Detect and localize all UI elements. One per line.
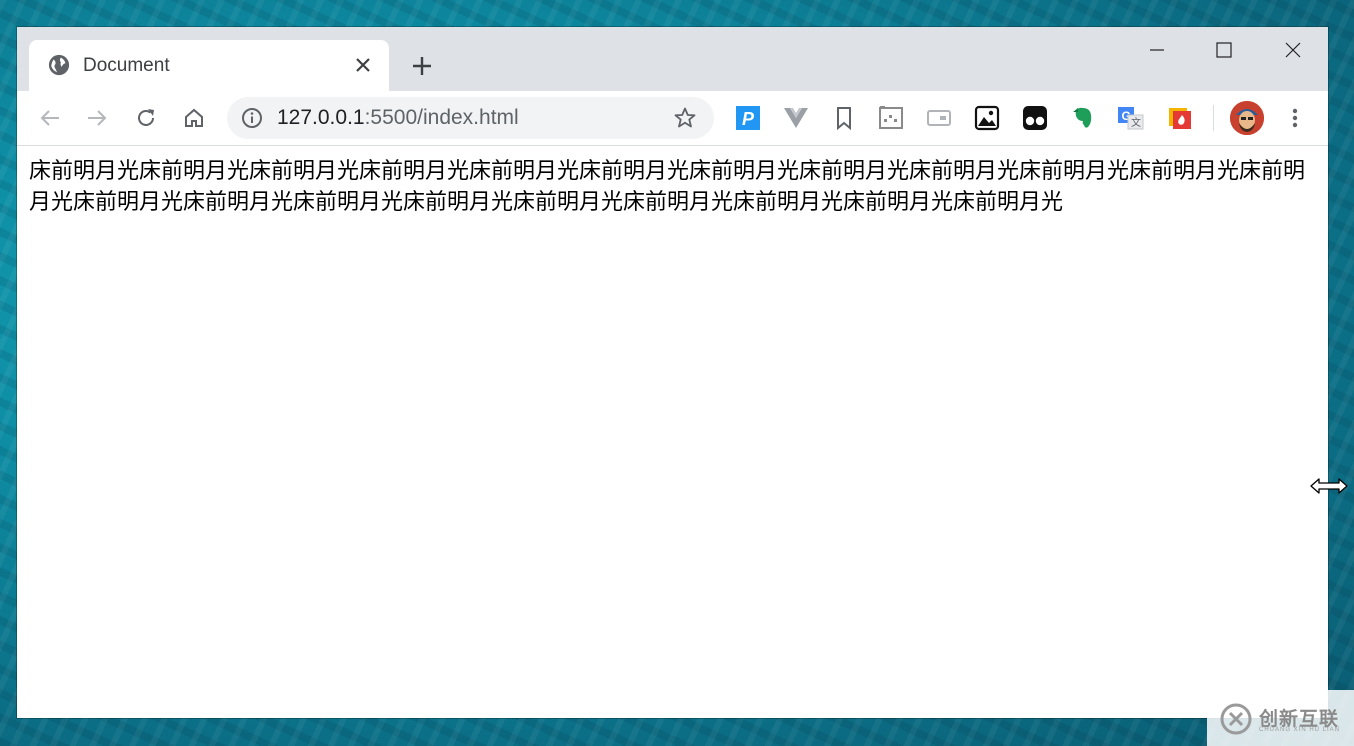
url-text: 127.0.0.1:5500/index.html — [277, 106, 519, 130]
back-button[interactable] — [34, 102, 66, 134]
maximize-icon — [1216, 42, 1232, 58]
minimize-button[interactable] — [1137, 35, 1177, 65]
watermark: 创新互联 CHUANG XIN HU LIAN — [1207, 690, 1354, 746]
close-window-button[interactable] — [1273, 35, 1313, 65]
forward-button[interactable] — [81, 102, 113, 134]
image-ext-icon[interactable] — [973, 104, 1001, 132]
url-host: 127.0.0.1 — [277, 106, 365, 129]
toolbar: 127.0.0.1:5500/index.html P G 文 — [17, 91, 1328, 146]
resize-cursor-icon — [1310, 478, 1348, 494]
translate-icon[interactable]: G文 — [1117, 104, 1145, 132]
reload-button[interactable] — [130, 102, 162, 134]
info-icon[interactable] — [241, 107, 263, 129]
p-extension-icon[interactable]: P — [734, 104, 762, 132]
svg-text:文: 文 — [1131, 116, 1141, 129]
svg-text:P: P — [742, 109, 755, 129]
close-icon — [1285, 42, 1301, 58]
reload-icon — [138, 109, 154, 126]
avatar[interactable] — [1230, 101, 1264, 135]
minimize-icon — [1150, 49, 1164, 51]
arrow-left-icon — [40, 110, 59, 126]
watermark-logo-icon — [1220, 703, 1252, 735]
evernote-icon[interactable] — [1069, 104, 1097, 132]
title-bar: Document — [17, 27, 1328, 91]
toolbar-separator — [1213, 105, 1214, 131]
url-path: :5500/index.html — [364, 106, 519, 129]
watermark-subtext: CHUANG XIN HU LIAN — [1259, 727, 1341, 733]
tampermonkey-icon[interactable] — [1021, 104, 1049, 132]
fire-ext-icon[interactable] — [1166, 104, 1194, 132]
page-content: 床前明月光床前明月光床前明月光床前明月光床前明月光床前明月光床前明月光床前明月光… — [17, 146, 1328, 718]
arrow-right-icon — [88, 110, 107, 126]
page-text: 床前明月光床前明月光床前明月光床前明月光床前明月光床前明月光床前明月光床前明月光… — [29, 159, 1306, 215]
card-ext-icon[interactable] — [925, 104, 953, 132]
address-bar[interactable]: 127.0.0.1:5500/index.html — [227, 97, 714, 139]
tab-title: Document — [83, 55, 170, 76]
more-vert-icon — [1292, 108, 1298, 128]
pixel-ext-icon[interactable] — [877, 104, 905, 132]
vue-devtools-icon[interactable] — [782, 104, 810, 132]
home-button[interactable] — [178, 102, 210, 134]
tab-close-button[interactable] — [351, 53, 375, 77]
new-tab-button[interactable] — [407, 51, 437, 81]
star-icon[interactable] — [673, 106, 697, 130]
maximize-button[interactable] — [1204, 35, 1244, 65]
menu-button[interactable] — [1279, 102, 1311, 134]
browser-window: Document 127.0.0.1:5500/index.html P G 文… — [17, 27, 1328, 718]
close-icon — [356, 58, 370, 72]
bookmark-ext-icon[interactable] — [830, 104, 858, 132]
plus-icon — [413, 57, 431, 75]
globe-icon — [48, 54, 70, 76]
home-icon — [185, 108, 203, 127]
tab-document[interactable]: Document — [29, 40, 389, 91]
